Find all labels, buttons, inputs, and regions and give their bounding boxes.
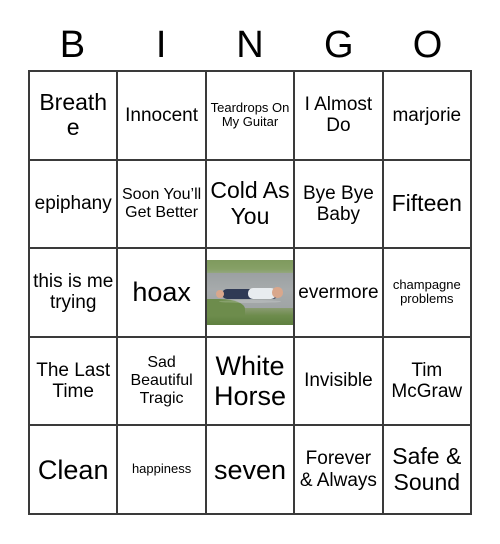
bingo-cell-label: Soon You’ll Get Better [122,185,202,221]
header-letter-o: O [412,24,443,66]
bingo-cell-label: Safe & Sound [392,442,462,495]
bingo-cell[interactable]: happiness [118,426,207,515]
bingo-cell-label: Sad Beautiful Tragic [130,354,193,408]
bingo-cell-label: marjorie [392,104,462,126]
bingo-cell-label: Fifteen [391,190,462,217]
bingo-cell-label: Teardrops On My Guitar [210,99,290,130]
bingo-cell[interactable]: Breathe [30,72,119,161]
bingo-cell[interactable]: Safe & Sound [383,426,472,515]
bingo-cell[interactable]: Cold As You [206,160,296,250]
bingo-cell-label: epiphany [34,193,112,215]
bingo-cell-label: Cold As You [210,177,290,229]
bingo-cell[interactable]: champagne problems [383,249,472,338]
foot-shape [216,289,225,298]
header-letter-g: G [324,24,354,66]
bingo-cell-label: champagne problems [392,276,461,307]
bingo-cell[interactable]: Sad Beautiful Tragic [118,337,207,427]
header-letter-i: I [155,24,167,66]
bingo-cell[interactable]: seven [206,426,296,515]
bingo-cell-label: Forever & Always [299,448,377,491]
bingo-cell[interactable]: Forever & Always [295,426,384,515]
bingo-cell-label: this is me trying [33,271,114,314]
bingo-grid: Breathe Innocent Teardrops On My Guitar I A… [28,70,472,515]
bingo-cell-free-space[interactable] [206,249,296,338]
bingo-cell-label: seven [213,454,287,485]
bingo-cell-label: hoax [132,277,191,308]
bingo-cell-label: Innocent [125,104,199,126]
bingo-cell-label: I Almost Do [304,94,373,137]
bingo-cell[interactable]: hoax [118,249,207,338]
header-letter-b: B [59,24,86,66]
bingo-cell-label: Bye Bye Baby [303,182,374,225]
bingo-card: B I N G O Breathe Innocent Teardrops On My… [0,0,500,544]
bingo-cell[interactable]: I Almost Do [295,72,384,161]
bingo-cell[interactable]: Teardrops On My Guitar [206,72,296,161]
bingo-cell[interactable]: The Last Time [30,337,119,427]
header-letter-n: N [236,24,264,66]
bingo-cell-label: Tim McGraw [391,359,463,403]
bingo-cell[interactable]: Soon You’ll Get Better [118,160,207,250]
bingo-cell[interactable]: marjorie [383,72,472,161]
bingo-cell-label: Breathe [39,88,108,141]
bingo-cell[interactable]: epiphany [30,160,119,250]
bingo-cell[interactable]: Tim McGraw [383,337,472,427]
bingo-cell-label: happiness [131,461,192,477]
bingo-cell-label: Clean [37,454,109,485]
bingo-cell-label: Invisible [304,370,373,392]
bingo-cell[interactable]: Invisible [295,337,384,427]
bingo-cell-label: White Horse [213,350,286,412]
bingo-cell-label: evermore [298,281,379,303]
bingo-cell[interactable]: Fifteen [383,160,472,250]
bingo-cell[interactable]: Innocent [118,72,207,161]
bingo-cell[interactable]: White Horse [206,337,296,427]
free-space-photo [206,260,294,325]
bingo-cell[interactable]: Clean [30,426,119,515]
bingo-header: B I N G O [28,22,472,68]
bingo-cell[interactable]: Bye Bye Baby [295,160,384,250]
bingo-cell-label: The Last Time [36,359,111,403]
bingo-cell[interactable]: this is me trying [30,249,119,338]
head-shape [272,287,283,298]
bingo-cell[interactable]: evermore [295,249,384,338]
